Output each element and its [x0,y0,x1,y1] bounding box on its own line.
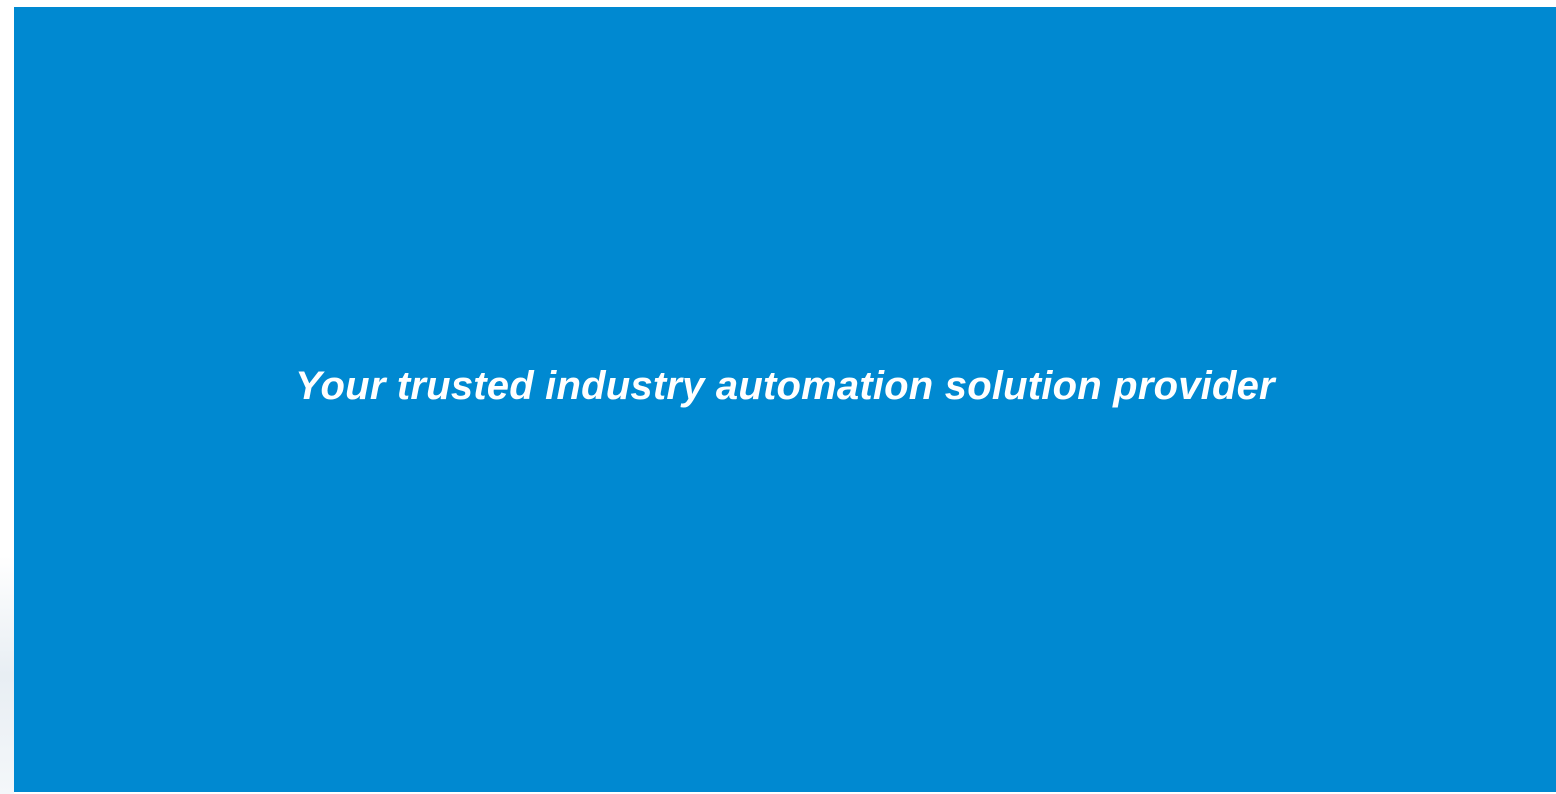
page: Your trusted industry automation solutio… [0,0,1556,794]
hero-banner: Your trusted industry automation solutio… [14,7,1556,792]
hero-tagline: Your trusted industry automation solutio… [295,364,1275,408]
page-edge-strip [0,0,14,794]
